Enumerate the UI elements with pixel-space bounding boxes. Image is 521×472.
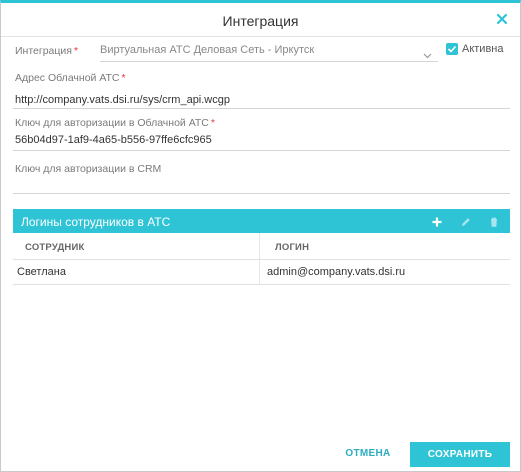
logins-panel-title: Логины сотрудников в АТС bbox=[21, 215, 171, 229]
cloud-address-underline bbox=[13, 108, 510, 109]
cell-login: admin@company.vats.dsi.ru bbox=[267, 266, 406, 278]
save-button[interactable]: СОХРАНИТЬ bbox=[410, 442, 510, 467]
cloud-key-input[interactable]: 56b04d97-1af9-4a65-b556-97ffe6cfc965 bbox=[15, 134, 212, 146]
title-divider bbox=[1, 36, 520, 37]
active-checkbox[interactable] bbox=[446, 43, 458, 55]
table-row[interactable]: Светлана admin@company.vats.dsi.ru bbox=[13, 260, 510, 285]
integration-dialog: Интеграция Интеграция * Виртуальная АТС Д… bbox=[0, 0, 521, 472]
integration-label: Интеграция * bbox=[15, 45, 79, 57]
active-checkbox-label: Активна bbox=[462, 43, 504, 55]
column-divider bbox=[259, 260, 260, 284]
cell-employee: Светлана bbox=[17, 266, 66, 278]
chevron-down-icon bbox=[423, 46, 432, 64]
column-divider bbox=[259, 233, 260, 259]
integration-select[interactable]: Виртуальная АТС Деловая Сеть - Иркутск bbox=[100, 40, 438, 62]
required-mark: * bbox=[73, 45, 79, 57]
crm-key-underline bbox=[13, 193, 510, 194]
dialog-title: Интеграция bbox=[222, 13, 299, 29]
cloud-address-input[interactable]: http://company.vats.dsi.ru/sys/crm_api.w… bbox=[15, 94, 230, 106]
logins-panel-header: Логины сотрудников в АТС bbox=[13, 209, 510, 233]
column-header-login[interactable]: ЛОГИН bbox=[275, 242, 309, 253]
cloud-key-label: Ключ для авторизации в Облачной АТС * bbox=[15, 117, 215, 129]
crm-key-input[interactable] bbox=[13, 173, 510, 193]
table-header: СОТРУДНИК ЛОГИН bbox=[13, 233, 510, 260]
cloud-address-label: Адрес Облачной АТС * bbox=[15, 72, 126, 84]
cloud-key-underline bbox=[13, 150, 510, 151]
add-icon[interactable] bbox=[431, 215, 443, 227]
column-header-employee[interactable]: СОТРУДНИК bbox=[25, 242, 85, 253]
delete-icon[interactable] bbox=[488, 215, 500, 227]
edit-icon[interactable] bbox=[460, 215, 472, 227]
cancel-button[interactable]: ОТМЕНА bbox=[341, 444, 395, 464]
check-icon bbox=[447, 45, 457, 53]
logins-table: СОТРУДНИК ЛОГИН Светлана admin@company.v… bbox=[13, 233, 510, 285]
integration-select-value: Виртуальная АТС Деловая Сеть - Иркутск bbox=[100, 44, 315, 56]
close-icon[interactable] bbox=[496, 13, 508, 25]
